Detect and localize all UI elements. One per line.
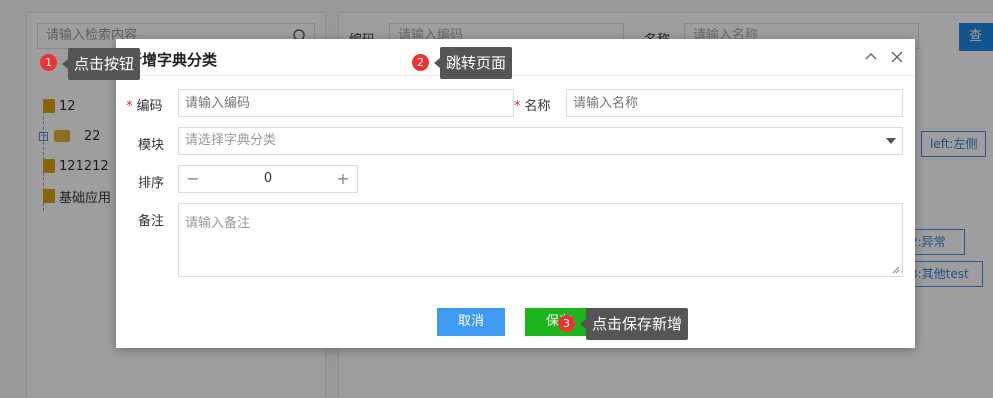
code-input[interactable] [178,89,514,117]
name-label-text: 名称 [524,99,551,114]
code-label: * 编码 [126,95,163,114]
step-tooltip: 点击保存新增 [579,308,689,340]
module-label: 模块 [138,138,165,153]
sort-label: 排序 [138,176,165,191]
step-badge: 1 [40,54,57,71]
dialog-title: 新增字典分类 [127,51,218,69]
code-label-text: 编码 [136,99,163,114]
module-select-placeholder: 请选择字典分类 [185,133,277,148]
step-badge: 3 [558,315,575,332]
name-input[interactable] [566,89,903,117]
sort-value[interactable]: 0 [207,166,329,192]
chevron-up-icon [865,53,877,60]
add-dictionary-category-dialog: 新增字典分类 *编码 *名称 模块 请选择字典分类 排序 − 0 + 备注 请输… [116,39,915,348]
required-mark: * [126,99,133,114]
remark-placeholder: 请输入备注 [185,216,251,231]
name-label: * 名称 [514,95,551,114]
remark-textarea[interactable]: 请输入备注 [178,203,903,277]
close-button[interactable] [889,49,905,65]
cancel-button[interactable]: 取消 [437,308,505,336]
cancel-button-label: 取消 [457,314,484,329]
resize-grip-icon[interactable] [892,266,900,274]
decrement-button[interactable]: − [179,166,207,192]
collapse-button[interactable] [863,49,879,65]
required-mark: * [514,99,521,114]
dropdown-arrow-icon [886,138,896,144]
remark-label: 备注 [138,214,165,229]
step-tooltip: 跳转页面 [433,47,513,79]
close-icon [891,51,903,63]
step-badge: 2 [412,54,429,71]
increment-button[interactable]: + [329,166,357,192]
module-select[interactable]: 请选择字典分类 [178,127,903,155]
dialog-header-divider [116,75,915,76]
step-tooltip: 点击按钮 [61,48,141,80]
sort-stepper[interactable]: − 0 + [178,165,358,193]
